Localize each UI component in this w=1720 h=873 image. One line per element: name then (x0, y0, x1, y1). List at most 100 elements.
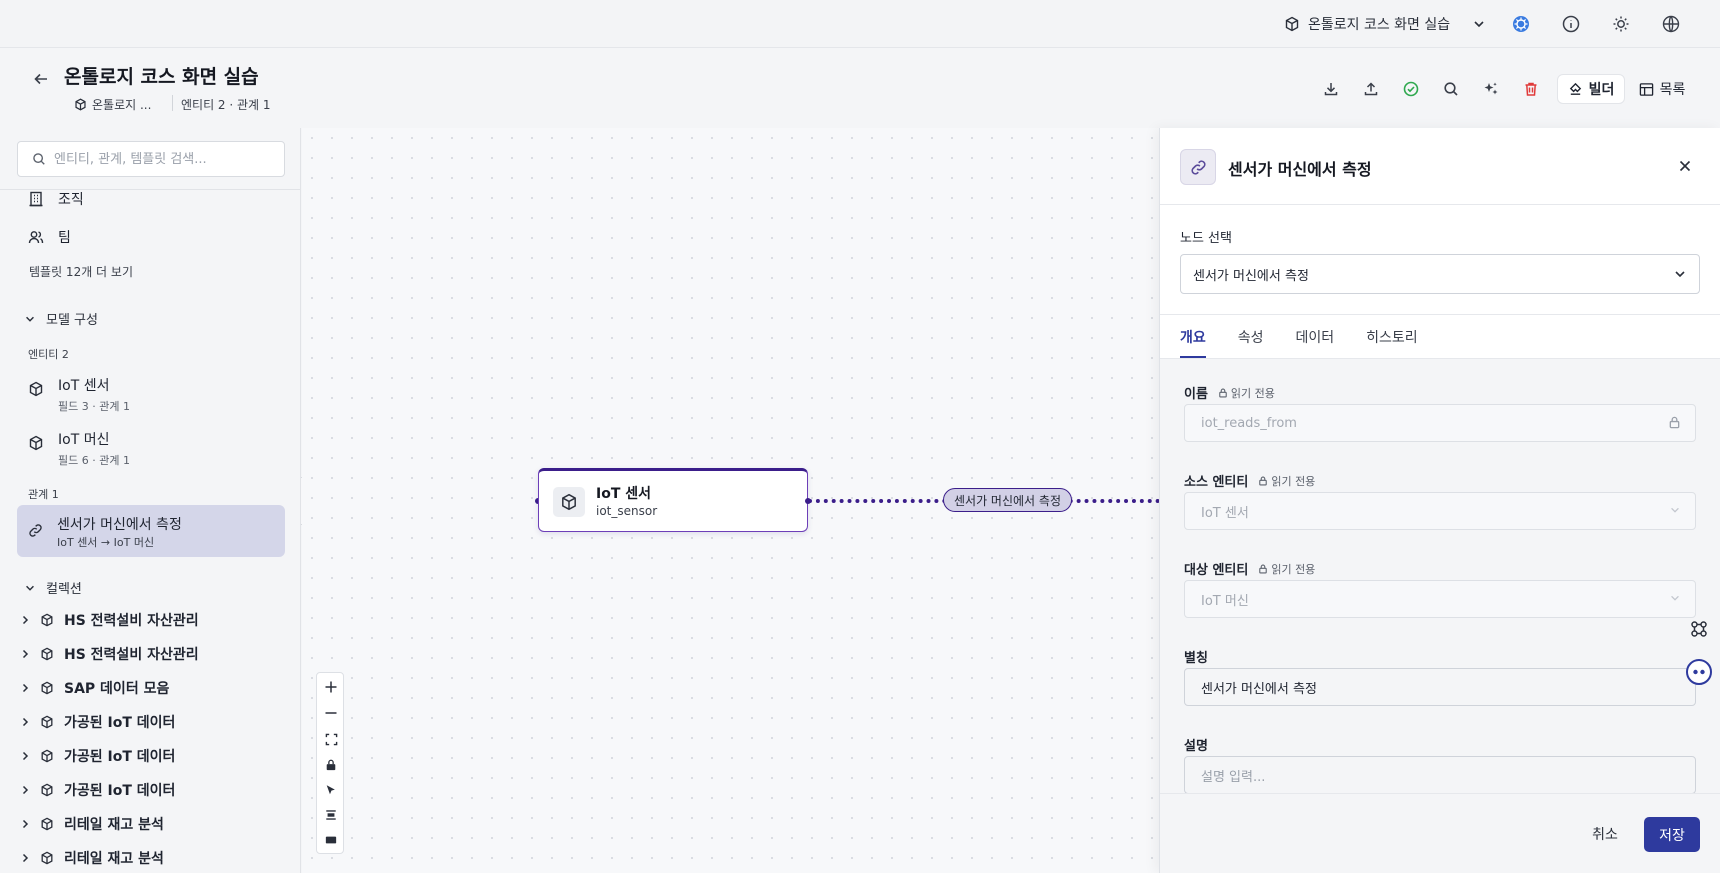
chevron-down-icon (1472, 17, 1486, 31)
save-button[interactable]: 저장 (1644, 817, 1700, 852)
sidebar-relation-selected[interactable]: 센서가 머신에서 측정 IoT 센서 → IoT 머신 (17, 505, 285, 557)
relation-name: 센서가 머신에서 측정 (57, 517, 182, 533)
tab-history[interactable]: 히스토리 (1366, 316, 1418, 358)
collection-item[interactable]: 가공된 IoT 데이터 (20, 712, 175, 732)
builder-icon (1568, 82, 1583, 97)
readonly-badge: 읽기 전용 (1258, 561, 1315, 577)
target-value: IoT 머신 (1201, 593, 1249, 609)
chevron-down-icon (24, 582, 36, 594)
canvas-controls (316, 672, 344, 854)
chevron-right-icon (20, 717, 30, 727)
collection-name: 리테일 재고 분석 (64, 851, 164, 867)
name-field: iot_reads_from (1184, 404, 1696, 442)
entity-name: IoT 센서 (58, 378, 110, 394)
cube-icon (40, 647, 54, 661)
link-icon (1180, 149, 1216, 185)
node-handle-right[interactable] (805, 498, 811, 504)
collection-item[interactable]: HS 전력설비 자산관리 (20, 610, 199, 630)
readonly-text: 읽기 전용 (1271, 474, 1316, 488)
sidebar-template-label: 팀 (58, 230, 71, 246)
building-icon (28, 191, 44, 207)
close-icon[interactable] (1675, 156, 1695, 176)
breadcrumb-divider (172, 95, 173, 111)
top-bar: 온톨로지 코스 화면 실습 (0, 0, 1720, 48)
fit-view-icon[interactable] (321, 729, 341, 749)
builder-label: 빌더 (1588, 82, 1615, 98)
model-section-toggle[interactable]: 모델 구성 (24, 309, 98, 328)
breadcrumb-project-label: 온톨로지 ... (92, 98, 152, 112)
entity-node-iot-sensor[interactable]: IoT 센서 iot_sensor (538, 468, 808, 532)
readonly-text: 읽기 전용 (1230, 386, 1275, 400)
collection-section-label: 컬렉션 (46, 582, 82, 597)
cube-icon (40, 749, 54, 763)
cube-icon (40, 851, 54, 865)
minimap-icon[interactable] (321, 830, 341, 850)
page-title: 온톨로지 코스 화면 실습 (64, 66, 259, 88)
sidebar-entity-iot-sensor[interactable]: IoT 센서 필드 3 · 관계 1 (28, 375, 130, 414)
chevron-right-icon (20, 649, 30, 659)
collection-item[interactable]: 리테일 재고 분석 (20, 848, 164, 868)
node-select[interactable]: 센서가 머신에서 측정 (1180, 254, 1700, 294)
align-icon[interactable] (321, 805, 341, 825)
source-value: IoT 센서 (1201, 505, 1249, 521)
relation-detail-panel: 센서가 머신에서 측정 노드 선택 센서가 머신에서 측정 개요 속성 데이터 … (1159, 128, 1720, 873)
collection-item[interactable]: SAP 데이터 모음 (20, 678, 169, 698)
chevron-right-icon (20, 751, 30, 761)
sidebar-search[interactable] (17, 141, 285, 177)
collection-item[interactable]: 리테일 재고 분석 (20, 814, 164, 834)
kubernetes-icon[interactable] (1511, 14, 1531, 34)
panel-header: 센서가 머신에서 측정 (1160, 128, 1720, 205)
tab-properties[interactable]: 속성 (1238, 316, 1264, 358)
check-circle-icon[interactable] (1400, 78, 1422, 100)
cube-icon (1284, 16, 1300, 32)
trash-icon[interactable] (1520, 78, 1542, 100)
alias-input[interactable]: 센서가 머신에서 측정 (1184, 668, 1696, 706)
search-icon[interactable] (1440, 78, 1462, 100)
more-templates-link[interactable]: 템플릿 12개 더 보기 (29, 263, 133, 280)
assistant-icon[interactable] (1684, 657, 1714, 687)
sidebar-template-team[interactable]: 팀 (28, 227, 71, 247)
pointer-icon[interactable] (321, 780, 341, 800)
sidebar-entity-iot-machine[interactable]: IoT 머신 필드 6 · 관계 1 (28, 429, 130, 468)
cube-icon (40, 613, 54, 627)
panel-title: 센서가 머신에서 측정 (1228, 160, 1372, 179)
description-input[interactable]: 설명 입력... (1184, 756, 1696, 793)
tab-overview[interactable]: 개요 (1180, 316, 1206, 358)
lock-icon[interactable] (321, 755, 341, 775)
collection-name: 리테일 재고 분석 (64, 817, 164, 833)
sidebar-template-organization[interactable]: 조직 (28, 189, 84, 209)
shortcut-icon[interactable] (1684, 614, 1714, 644)
back-button[interactable] (30, 68, 52, 90)
collection-item[interactable]: HS 전력설비 자산관리 (20, 644, 199, 664)
project-switcher[interactable]: 온톨로지 코스 화면 실습 (1284, 12, 1486, 36)
collection-section-toggle[interactable]: 컬렉션 (24, 578, 82, 597)
zoom-in-icon[interactable] (321, 677, 341, 697)
list-button[interactable]: 목록 (1634, 74, 1690, 104)
builder-button[interactable]: 빌더 (1557, 74, 1625, 104)
sidebar-template-label: 조직 (58, 192, 84, 208)
chevron-down-icon (24, 313, 36, 325)
upload-icon[interactable] (1360, 78, 1382, 100)
globe-icon[interactable] (1661, 14, 1681, 34)
name-field-label: 이름 읽기 전용 (1184, 383, 1275, 403)
chevron-down-icon (1673, 267, 1687, 281)
search-input[interactable] (54, 151, 274, 167)
download-icon[interactable] (1320, 78, 1342, 100)
edge-label[interactable]: 센서가 머신에서 측정 (943, 488, 1072, 512)
collection-item[interactable]: 가공된 IoT 데이터 (20, 746, 175, 766)
panel-footer: 취소 저장 (1160, 793, 1720, 873)
info-icon[interactable] (1561, 14, 1581, 34)
tab-data[interactable]: 데이터 (1296, 316, 1335, 358)
entity-meta: 필드 6 · 관계 1 (58, 454, 130, 467)
sun-icon[interactable] (1611, 14, 1631, 34)
collection-item[interactable]: 가공된 IoT 데이터 (20, 780, 175, 800)
node-select-label: 노드 선택 (1180, 231, 1232, 246)
graph-canvas[interactable]: IoT 센서 iot_sensor 센서가 머신에서 측정 (302, 128, 1159, 873)
zoom-out-icon[interactable] (321, 703, 341, 723)
breadcrumb-project[interactable]: 온톨로지 ... (74, 96, 151, 113)
sparkles-icon[interactable] (1480, 78, 1502, 100)
cancel-button[interactable]: 취소 (1580, 817, 1630, 851)
lock-icon (1219, 388, 1227, 397)
readonly-badge: 읽기 전용 (1258, 473, 1315, 489)
chevron-right-icon (20, 853, 30, 863)
